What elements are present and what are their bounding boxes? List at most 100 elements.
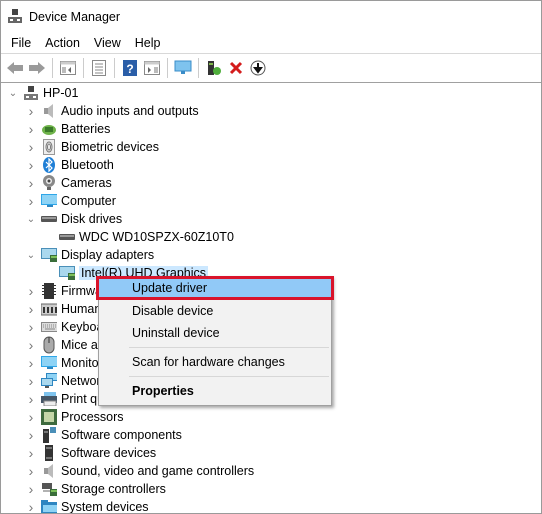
- chevron-right-icon[interactable]: ›: [25, 121, 37, 137]
- properties-button[interactable]: [89, 58, 109, 78]
- chevron-right-icon[interactable]: ›: [25, 157, 37, 173]
- menu-help[interactable]: Help: [128, 36, 168, 50]
- svg-text:?: ?: [126, 62, 133, 76]
- chevron-down-icon[interactable]: ⌄: [25, 249, 37, 261]
- tree-item[interactable]: › Cameras: [1, 174, 541, 192]
- uninstall-device-button[interactable]: [226, 58, 246, 78]
- printer-icon: [41, 391, 57, 407]
- toolbar: ?: [1, 54, 541, 83]
- menu-bar: File Action View Help: [1, 33, 541, 54]
- chevron-right-icon[interactable]: ›: [25, 445, 37, 461]
- menu-item-uninstall-device[interactable]: Uninstall device: [99, 322, 331, 344]
- console-tree-icon: [60, 61, 76, 75]
- tree-item[interactable]: › Bluetooth: [1, 156, 541, 174]
- network-icon: [41, 373, 57, 389]
- tree-item-label: Bluetooth: [61, 158, 114, 172]
- display-adapter-icon: [41, 247, 57, 263]
- chevron-right-icon[interactable]: ›: [25, 175, 37, 191]
- mouse-icon: [41, 336, 57, 354]
- system-folder-icon: [41, 499, 57, 513]
- chevron-right-icon[interactable]: ›: [25, 373, 37, 389]
- chip-icon: [41, 283, 57, 299]
- tree-item[interactable]: › Biometric devices: [1, 138, 541, 156]
- menu-item-update-driver[interactable]: Update driver: [96, 276, 334, 300]
- chevron-right-icon[interactable]: ›: [25, 193, 37, 209]
- forward-arrow-icon: [29, 62, 45, 74]
- scan-hardware-button[interactable]: [173, 58, 193, 78]
- chevron-down-icon[interactable]: ⌄: [7, 87, 19, 99]
- camera-icon: [41, 175, 57, 191]
- tree-item-label: Biometric devices: [61, 140, 159, 154]
- show-hide-console-tree-button[interactable]: [58, 58, 78, 78]
- tree-item-label: Computer: [61, 194, 116, 208]
- title-bar: Device Manager: [1, 1, 541, 33]
- tree-item[interactable]: › Audio inputs and outputs: [1, 102, 541, 120]
- tree-item-label: System devices: [61, 500, 149, 514]
- tree-item[interactable]: › Sound, video and game controllers: [1, 462, 541, 480]
- tree-item-label: Display adapters: [61, 248, 155, 262]
- menu-file[interactable]: File: [4, 36, 38, 50]
- toolbar-separator: [167, 58, 168, 78]
- tree-item[interactable]: › System devices: [1, 498, 541, 514]
- tree-root[interactable]: ⌄ HP-01: [1, 84, 541, 102]
- monitor-icon: [41, 355, 57, 371]
- down-arrow-circle-icon: [250, 60, 266, 76]
- hid-icon: [41, 301, 57, 317]
- chevron-right-icon[interactable]: ›: [25, 427, 37, 443]
- scan-monitor-icon: [174, 60, 192, 74]
- back-button[interactable]: [5, 58, 25, 78]
- tree-item[interactable]: › Computer: [1, 192, 541, 210]
- update-driver-button[interactable]: [204, 58, 224, 78]
- chevron-right-icon[interactable]: ›: [25, 319, 37, 335]
- tree-item[interactable]: ⌄ Disk drives: [1, 210, 541, 228]
- help-button[interactable]: ?: [120, 58, 140, 78]
- tree-item-label: Audio inputs and outputs: [61, 104, 199, 118]
- menu-item-disable-device[interactable]: Disable device: [99, 300, 331, 322]
- tree-item[interactable]: › Software components: [1, 426, 541, 444]
- tree-item-label: Software devices: [61, 446, 157, 460]
- back-arrow-icon: [7, 62, 23, 74]
- chevron-right-icon[interactable]: ›: [25, 391, 37, 407]
- chevron-down-icon[interactable]: ⌄: [25, 213, 37, 225]
- tree-item[interactable]: ⌄ Display adapters: [1, 246, 541, 264]
- battery-icon: [41, 121, 57, 137]
- window-title: Device Manager: [29, 10, 121, 24]
- menu-item-properties[interactable]: Properties: [99, 380, 331, 402]
- root-label: HP-01: [43, 86, 79, 100]
- tree-item[interactable]: › Software devices: [1, 444, 541, 462]
- chevron-right-icon[interactable]: ›: [25, 337, 37, 353]
- chevron-right-icon[interactable]: ›: [25, 139, 37, 155]
- chevron-right-icon[interactable]: ›: [25, 355, 37, 371]
- tree-item-label: Storage controllers: [61, 482, 166, 496]
- menu-divider: [129, 376, 329, 377]
- tree-child-item[interactable]: WDC WD10SPZX-60Z10T0: [1, 228, 541, 246]
- chevron-right-icon[interactable]: ›: [25, 481, 37, 497]
- processor-icon: [41, 409, 57, 425]
- forward-button[interactable]: [27, 58, 47, 78]
- tree-item[interactable]: › Batteries: [1, 120, 541, 138]
- update-driver-icon: [208, 61, 221, 75]
- monitor-icon: [41, 193, 57, 209]
- tree-item-label: Cameras: [61, 176, 112, 190]
- disable-device-button[interactable]: [248, 58, 268, 78]
- action-pane-button[interactable]: [142, 58, 162, 78]
- tree-child-label: WDC WD10SPZX-60Z10T0: [79, 230, 234, 244]
- menu-action[interactable]: Action: [38, 36, 87, 50]
- chevron-right-icon[interactable]: ›: [25, 283, 37, 299]
- tree-item[interactable]: › Storage controllers: [1, 480, 541, 498]
- chevron-right-icon[interactable]: ›: [25, 463, 37, 479]
- software-device-icon: [41, 445, 57, 461]
- properties-icon: [92, 60, 106, 76]
- menu-view[interactable]: View: [87, 36, 128, 50]
- tree-item-label: Disk drives: [61, 212, 123, 226]
- chevron-right-icon[interactable]: ›: [25, 499, 37, 513]
- toolbar-separator: [198, 58, 199, 78]
- chevron-right-icon[interactable]: ›: [25, 409, 37, 425]
- tree-item-label: Batteries: [61, 122, 111, 136]
- red-x-icon: [229, 61, 243, 75]
- speaker-icon: [41, 463, 57, 479]
- tree-item[interactable]: › Processors: [1, 408, 541, 426]
- chevron-right-icon[interactable]: ›: [25, 103, 37, 119]
- chevron-right-icon[interactable]: ›: [25, 301, 37, 317]
- menu-item-scan-hardware[interactable]: Scan for hardware changes: [99, 351, 331, 373]
